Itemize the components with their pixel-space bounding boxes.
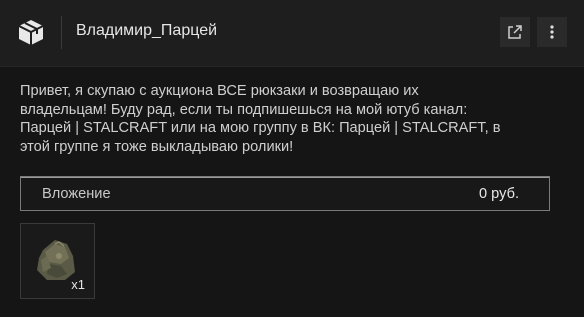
- attached-item-slot[interactable]: x1: [20, 223, 95, 299]
- vertical-dots-icon: [550, 25, 554, 39]
- external-link-icon: [508, 25, 522, 39]
- more-options-button[interactable]: [537, 17, 567, 47]
- package-box-icon: [18, 20, 44, 45]
- header-divider: [61, 16, 62, 49]
- message-header: Владимир_Парцей: [0, 0, 584, 67]
- item-quantity: x1: [71, 277, 85, 292]
- message-body: Привет, я скупаю с аукциона ВСЕ рюкзаки …: [20, 83, 501, 155]
- open-external-button[interactable]: [500, 17, 530, 47]
- sender-name: Владимир_Парцей: [76, 22, 218, 39]
- attachment-label: Вложение: [42, 186, 111, 202]
- attachment-money-value: 0 руб.: [479, 186, 519, 202]
- mail-message-window: Владимир_Парцей Привет, я скупаю с аукци…: [0, 0, 584, 317]
- attachment-bar: Вложение 0 руб.: [20, 176, 550, 211]
